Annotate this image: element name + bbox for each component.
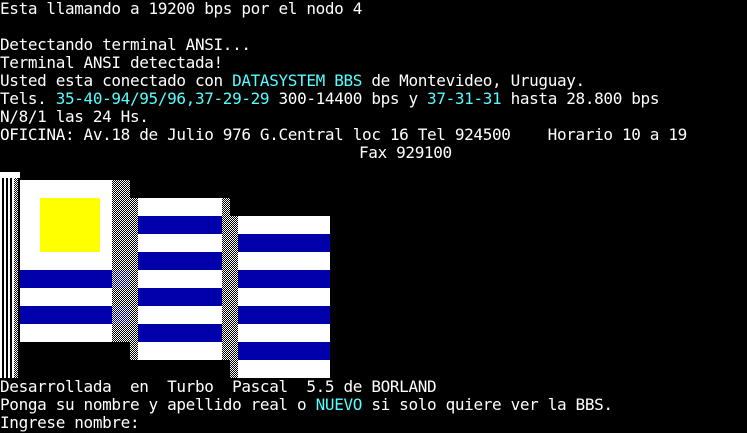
uruguay-flag-art [0, 172, 330, 378]
connection-status-line: Esta llamando a 19200 bps por el nodo 4 [0, 0, 363, 18]
prompt-prefix: Ponga su nombre y apellido real o [0, 395, 316, 414]
flag-pole [0, 172, 20, 378]
bbs-name: DATASYSTEM BBS [232, 71, 363, 90]
flag-segment-left [20, 180, 130, 342]
tels-numbers-primary: 35-40-94/95/96,37-29-29 [55, 89, 270, 108]
connected-info-line: Usted esta conectado con DATASYSTEM BBS … [0, 72, 585, 90]
office-info-line: OFICINA: Av.18 de Julio 976 G.Central lo… [0, 125, 687, 144]
connected-prefix: Usted esta conectado con [0, 71, 233, 90]
phone-numbers-line: Tels. 35-40-94/95/96,37-29-29 300-14400 … [0, 90, 659, 108]
sun-icon [40, 198, 100, 252]
tels-suffix: hasta 28.800 bps [501, 89, 660, 108]
detecting-terminal-line: Detectando terminal ANSI... [0, 35, 251, 54]
login-instructions-line: Ponga su nombre y apellido real o NUEVO … [0, 396, 613, 414]
tels-numbers-secondary: 37-31-31 [427, 89, 502, 108]
fax-line: Fax 929100 [359, 143, 452, 162]
connected-suffix: de Montevideo, Uruguay. [362, 71, 585, 90]
name-input-prompt[interactable]: Ingrese nombre: [0, 414, 149, 432]
flag-segment-middle [130, 198, 230, 360]
prompt-suffix: si solo quiere ver la BBS. [362, 395, 613, 414]
terminal-detected-line: Terminal ANSI detectada! [0, 53, 223, 72]
name-prompt-label: Ingrese nombre: [0, 413, 149, 432]
developed-with-line: Desarrollada en Turbo Pascal 5.5 de BORL… [0, 377, 437, 396]
tels-mid: 300-14400 bps y [269, 89, 428, 108]
new-user-keyword: NUEVO [315, 395, 363, 414]
terminal-screen: Esta llamando a 19200 bps por el nodo 4 … [0, 0, 747, 433]
flag-segment-right [230, 216, 330, 378]
tels-prefix: Tels. [0, 89, 56, 108]
connection-params-line: N/8/1 las 24 Hs. [0, 107, 149, 126]
